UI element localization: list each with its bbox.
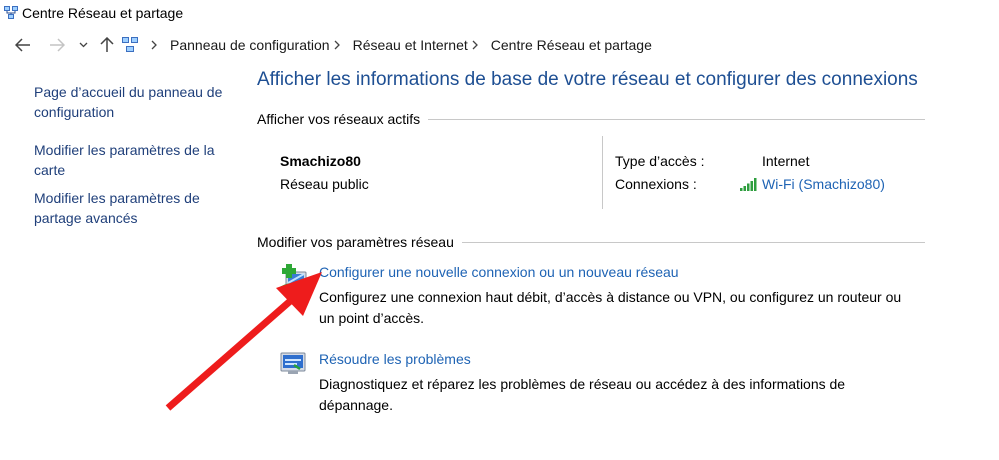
window-title: Centre Réseau et partage [22,5,184,21]
page-title: Afficher les informations de base de vot… [257,69,918,90]
arrow-up-icon [100,37,114,52]
chevron-down-icon [79,42,87,48]
control-panel-icon [122,37,138,52]
change-settings-heading-text: Modifier vos paramètres réseau [257,234,454,250]
breadcrumb-item-network-center[interactable]: Centre Réseau et partage [491,37,652,53]
arrow-right-icon [50,38,65,52]
vertical-divider [602,136,603,209]
wifi-signal-icon [740,177,757,191]
sidebar-item-control-panel-home[interactable]: Page d’accueil du panneau de configurati… [34,82,234,122]
wifi-connection-label[interactable]: Wi-Fi (Smachizo80) [762,176,885,192]
breadcrumb-item-network-internet[interactable]: Réseau et Internet [353,37,468,53]
access-type-value: Internet [762,153,810,169]
troubleshoot-description: Diagnostiquez et réparez les problèmes d… [319,376,846,413]
troubleshoot-link[interactable]: Résoudre les problèmes [319,351,471,367]
breadcrumb-separator-icon [334,40,344,50]
task-new-connection: Configurer une nouvelle connexion ou un … [280,264,920,326]
sidebar-item-advanced-sharing[interactable]: Modifier les paramètres de partage avanc… [34,188,234,228]
network-name: Smachizo80 [280,153,361,169]
sidebar-item-adapter-settings[interactable]: Modifier les paramètres de la carte [34,140,234,180]
new-connection-icon [280,264,307,289]
sidebar: Page d’accueil du panneau de configurati… [34,82,234,246]
breadcrumb-separator-icon [472,40,482,50]
section-divider [428,118,925,120]
new-connection-description: Configurez une connexion haut débit, d’a… [319,289,902,326]
troubleshoot-icon [280,352,306,374]
breadcrumb-separator-icon [151,40,161,50]
navigation-bar: Panneau de configuration Réseau et Inter… [0,30,999,60]
forward-button[interactable] [44,30,70,60]
wifi-connection-link[interactable]: Wi-Fi (Smachizo80) [740,176,885,192]
access-type-label: Type d’accès : [615,153,705,169]
change-settings-heading: Modifier vos paramètres réseau [257,234,925,250]
connections-label: Connexions : [615,176,697,192]
network-category: Réseau public [280,176,369,192]
title-bar: Centre Réseau et partage [0,0,999,28]
new-connection-link[interactable]: Configurer une nouvelle connexion ou un … [319,264,679,280]
arrow-left-icon [15,38,30,52]
main-content: Afficher les informations de base de vot… [257,68,927,92]
recent-locations-button[interactable] [76,30,90,60]
task-troubleshoot: Résoudre les problèmes Diagnostiquez et … [280,351,920,413]
network-center-icon [4,6,18,19]
active-networks-heading: Afficher vos réseaux actifs [257,111,925,127]
active-networks-heading-text: Afficher vos réseaux actifs [257,111,421,127]
section-divider [461,241,925,243]
back-button[interactable] [10,30,36,60]
breadcrumb-item-control-panel[interactable]: Panneau de configuration [170,37,330,53]
up-button[interactable] [96,30,118,60]
address-bar[interactable]: Panneau de configuration Réseau et Inter… [121,32,652,58]
